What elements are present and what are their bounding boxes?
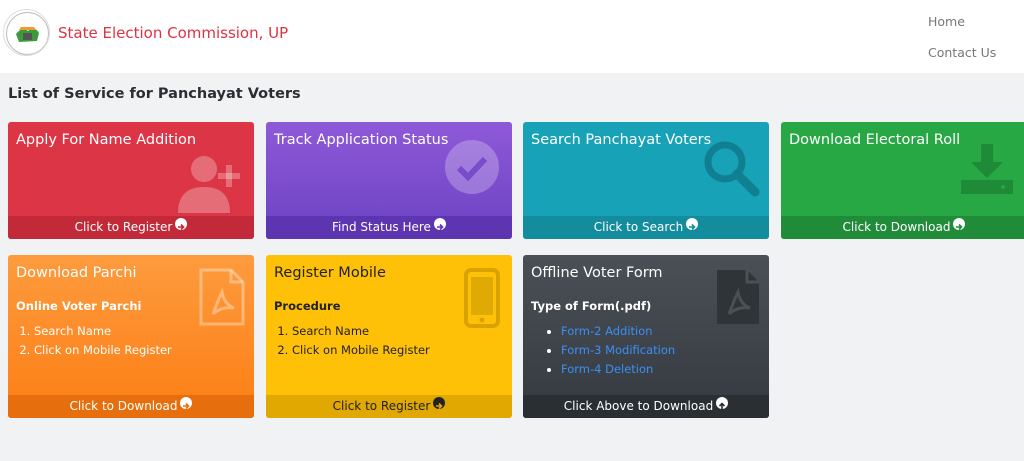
steps-list: Search Name Click on Mobile Register [34,322,172,360]
track-status-card[interactable]: Track Application Status Find Status Her… [266,122,512,239]
pdf-file-icon [715,268,761,330]
nav-contact-link[interactable]: Contact Us [928,45,996,60]
arrow-circle-up-icon [716,397,729,409]
form-3-link[interactable]: Form-3 Modification [561,343,675,357]
list-item: Click on Mobile Register [34,341,172,360]
card-title: Download Electoral Roll [789,132,961,148]
download-above-footer: Click Above to Download [523,395,769,418]
arrow-circle-right-icon [175,218,188,231]
check-circle-icon [443,138,501,200]
card-title: Offline Voter Form [531,265,663,281]
list-item: Form-2 Addition [561,322,675,341]
download-parchi-footer-button[interactable]: Click to Download [8,395,254,418]
download-roll-footer-button[interactable]: Click to Download [781,216,1024,239]
name-addition-card[interactable]: Apply For Name Addition Click to Registe… [8,122,254,239]
download-icon [959,140,1015,200]
search-voters-card[interactable]: Search Panchayat Voters Click to Search [523,122,769,239]
nav-home-link[interactable]: Home [928,14,965,29]
top-navbar: State Election Commission, UP Home Conta… [0,0,1024,73]
arrow-circle-right-icon [686,218,699,231]
list-item: Search Name [292,322,430,341]
card-subtitle: Procedure [274,299,341,313]
brand-title[interactable]: State Election Commission, UP [58,24,288,42]
register-mobile-footer-button[interactable]: Click to Register [266,395,512,418]
search-footer-button[interactable]: Click to Search [523,216,769,239]
card-title: Apply For Name Addition [16,132,197,148]
search-icon [701,138,761,202]
list-item: Form-4 Deletion [561,360,675,379]
list-item: Form-3 Modification [561,341,675,360]
find-status-footer-button[interactable]: Find Status Here [266,216,512,239]
download-parchi-card[interactable]: Download Parchi Online Voter Parchi Sear… [8,255,254,418]
arrow-circle-right-icon [433,218,446,231]
list-item: Click on Mobile Register [292,341,430,360]
card-title: Download Parchi [16,265,137,281]
card-title: Register Mobile [274,265,386,281]
user-plus-icon [174,151,246,217]
pdf-file-icon [199,268,245,330]
card-title: Track Application Status [274,132,449,148]
offline-form-card[interactable]: Offline Voter Form Type of Form(.pdf) Fo… [523,255,769,418]
commission-logo[interactable] [3,9,50,56]
mobile-phone-icon [464,268,500,332]
arrow-circle-right-icon [953,218,966,231]
page-title: List of Service for Panchayat Voters [8,86,301,102]
form-2-link[interactable]: Form-2 Addition [561,324,653,338]
form-links-list: Form-2 Addition Form-3 Modification Form… [561,322,675,379]
electoral-roll-card[interactable]: Download Electoral Roll Click to Downloa… [781,122,1024,239]
arrow-circle-right-icon [433,397,446,410]
register-footer-button[interactable]: Click to Register [8,216,254,239]
card-subtitle: Type of Form(.pdf) [531,299,652,313]
card-subtitle: Online Voter Parchi [16,299,142,313]
register-mobile-card[interactable]: Register Mobile Procedure Search Name Cl… [266,255,512,418]
arrow-circle-right-icon [180,397,193,410]
card-title: Search Panchayat Voters [531,132,712,148]
list-item: Search Name [34,322,172,341]
steps-list: Search Name Click on Mobile Register [292,322,430,360]
form-4-link[interactable]: Form-4 Deletion [561,362,653,376]
